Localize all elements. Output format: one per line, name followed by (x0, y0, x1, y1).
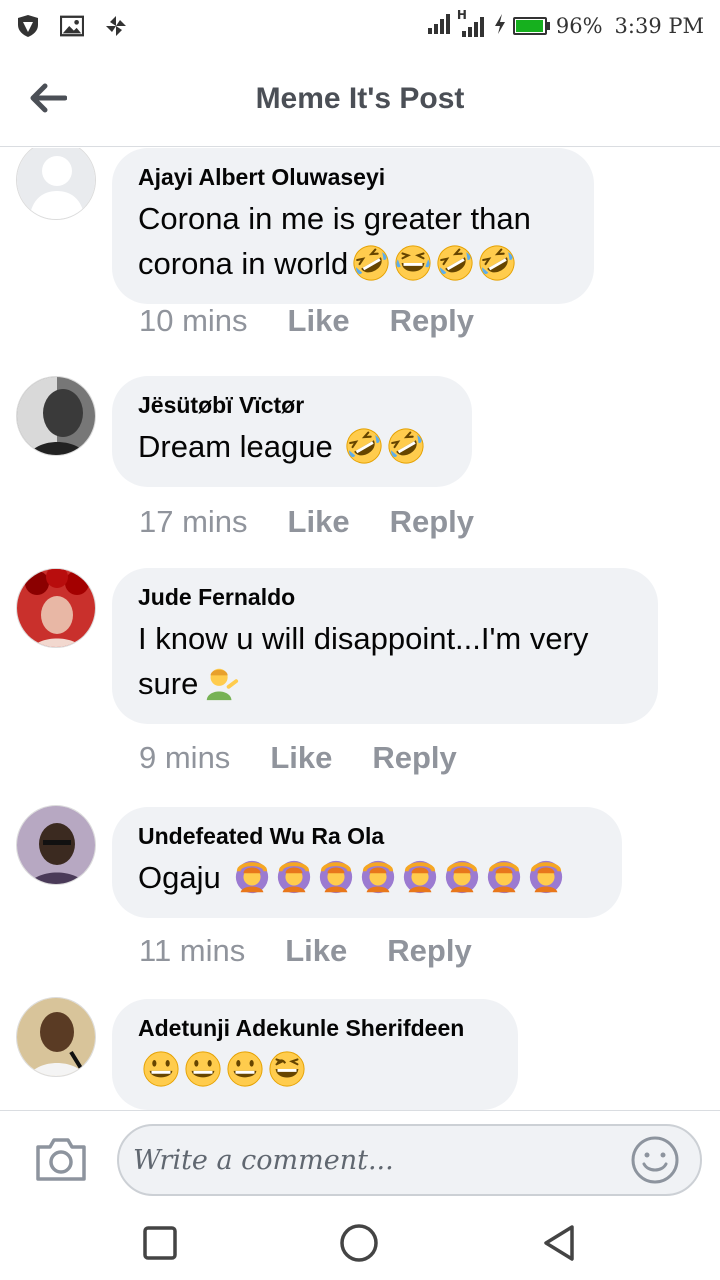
rolling-laughing-emoji (346, 428, 382, 464)
smile-emoji (269, 1051, 305, 1087)
status-icons-right: H 96% 3:39 PM (427, 8, 704, 40)
rolling-laughing-emoji (388, 428, 424, 464)
person-gesturing-ok-emoji (404, 860, 437, 894)
grinning-emoji (143, 1051, 179, 1087)
like-button[interactable]: Like (288, 504, 350, 540)
comment-text-wrapper: Dream league (138, 424, 446, 469)
comment-meta: 10 mins Like Reply (139, 303, 514, 339)
pinwheel-icon (104, 14, 128, 38)
comment-time[interactable]: 17 mins (139, 504, 248, 540)
nav-back-button[interactable] (538, 1222, 580, 1264)
comment-author[interactable]: Ajayi Albert Oluwaseyi (138, 162, 568, 192)
circle-icon (338, 1224, 380, 1268)
charging-icon (493, 13, 507, 40)
person-gesturing-ok-emoji (362, 860, 395, 894)
comment-author[interactable]: Jësütøbï Vïctør (138, 390, 446, 420)
reply-button[interactable]: Reply (390, 303, 474, 339)
status-icons-left (16, 14, 128, 38)
signal-h-icon: H (457, 8, 487, 38)
reply-button[interactable]: Reply (372, 740, 456, 776)
emoji-row (348, 245, 516, 281)
camera-button[interactable] (34, 1135, 88, 1185)
comment-text-wrapper: I know u will disappoint...I'm very sure (138, 616, 632, 706)
comment-author[interactable]: Jude Fernaldo (138, 582, 632, 612)
system-nav-bar (0, 1206, 720, 1280)
person-tipping-hand-emoji (207, 668, 239, 701)
rolling-laughing-emoji (437, 245, 473, 281)
person-gesturing-ok-emoji (236, 860, 269, 894)
comment-author[interactable]: Adetunji Adekunle Sherifdeen (138, 1013, 492, 1043)
emoji-row (198, 666, 240, 701)
camera-icon (34, 1138, 88, 1187)
comment-meta: 9 mins Like Reply (139, 740, 497, 776)
square-icon (139, 1226, 181, 1268)
person-gesturing-ok-emoji (530, 860, 563, 894)
recents-button[interactable] (139, 1222, 181, 1264)
reply-button[interactable]: Reply (390, 504, 474, 540)
person-gesturing-ok-emoji (320, 860, 353, 894)
clock: 3:39 PM (614, 14, 704, 38)
emoji-row (229, 860, 565, 895)
grinning-emoji (227, 1051, 263, 1087)
comment-bubble: Jude Fernaldo I know u will disappoint..… (112, 568, 658, 724)
comment-meta: 11 mins Like Reply (139, 933, 512, 969)
comment-time[interactable]: 10 mins (139, 303, 248, 339)
battery-percent: 96% (555, 14, 603, 38)
comment-input[interactable] (117, 1124, 702, 1196)
emoji-row (341, 428, 425, 464)
comment-bubble: Jësütøbï Vïctør Dream league (112, 376, 472, 487)
comment-list[interactable]: Ajayi Albert Oluwaseyi Corona in me is g… (0, 148, 720, 1110)
comment-text: Ogaju (138, 860, 230, 895)
comment-text-wrapper: Corona in me is greater than corona in w… (138, 196, 568, 286)
app-header: Meme It's Post (0, 52, 720, 147)
comment-text-wrapper: Ogaju (138, 855, 596, 900)
emoji-row (138, 1051, 306, 1087)
avatar[interactable] (16, 148, 96, 220)
page-title: Meme It's Post (255, 82, 465, 115)
comment-time[interactable]: 11 mins (139, 933, 245, 969)
triangle-back-icon (538, 1225, 580, 1268)
reply-button[interactable]: Reply (387, 933, 471, 969)
like-button[interactable]: Like (270, 740, 332, 776)
home-button[interactable] (338, 1222, 380, 1264)
rolling-laughing-emoji (353, 245, 389, 281)
comment-bubble: Ajayi Albert Oluwaseyi Corona in me is g… (112, 148, 594, 304)
grinning-emoji (185, 1051, 221, 1087)
avatar[interactable] (16, 997, 96, 1077)
person-gesturing-ok-emoji (488, 860, 521, 894)
like-button[interactable]: Like (288, 303, 350, 339)
comment-time[interactable]: 9 mins (139, 740, 230, 776)
person-gesturing-ok-emoji (278, 860, 311, 894)
rolling-laughing-emoji (479, 245, 515, 281)
emoji-button[interactable] (630, 1135, 680, 1185)
comment-text: Dream league (138, 429, 342, 464)
like-button[interactable]: Like (285, 933, 347, 969)
comment-composer (0, 1110, 720, 1206)
person-gesturing-ok-emoji (446, 860, 479, 894)
comment-bubble: Adetunji Adekunle Sherifdeen (112, 999, 518, 1110)
smiley-icon (630, 1136, 680, 1189)
avatar[interactable] (16, 376, 96, 456)
battery-icon (512, 17, 550, 35)
status-bar: H 96% 3:39 PM (0, 0, 720, 52)
comment-meta: 17 mins Like Reply (139, 504, 514, 540)
comment-author[interactable]: Undefeated Wu Ra Ola (138, 821, 596, 851)
comment-bubble: Undefeated Wu Ra Ola Ogaju (112, 807, 622, 918)
shield-icon (16, 14, 40, 38)
comment-text-wrapper (138, 1047, 492, 1092)
signal-icon (427, 13, 451, 40)
avatar[interactable] (16, 568, 96, 648)
avatar[interactable] (16, 805, 96, 885)
joy-emoji (395, 245, 431, 281)
image-icon (60, 14, 84, 38)
